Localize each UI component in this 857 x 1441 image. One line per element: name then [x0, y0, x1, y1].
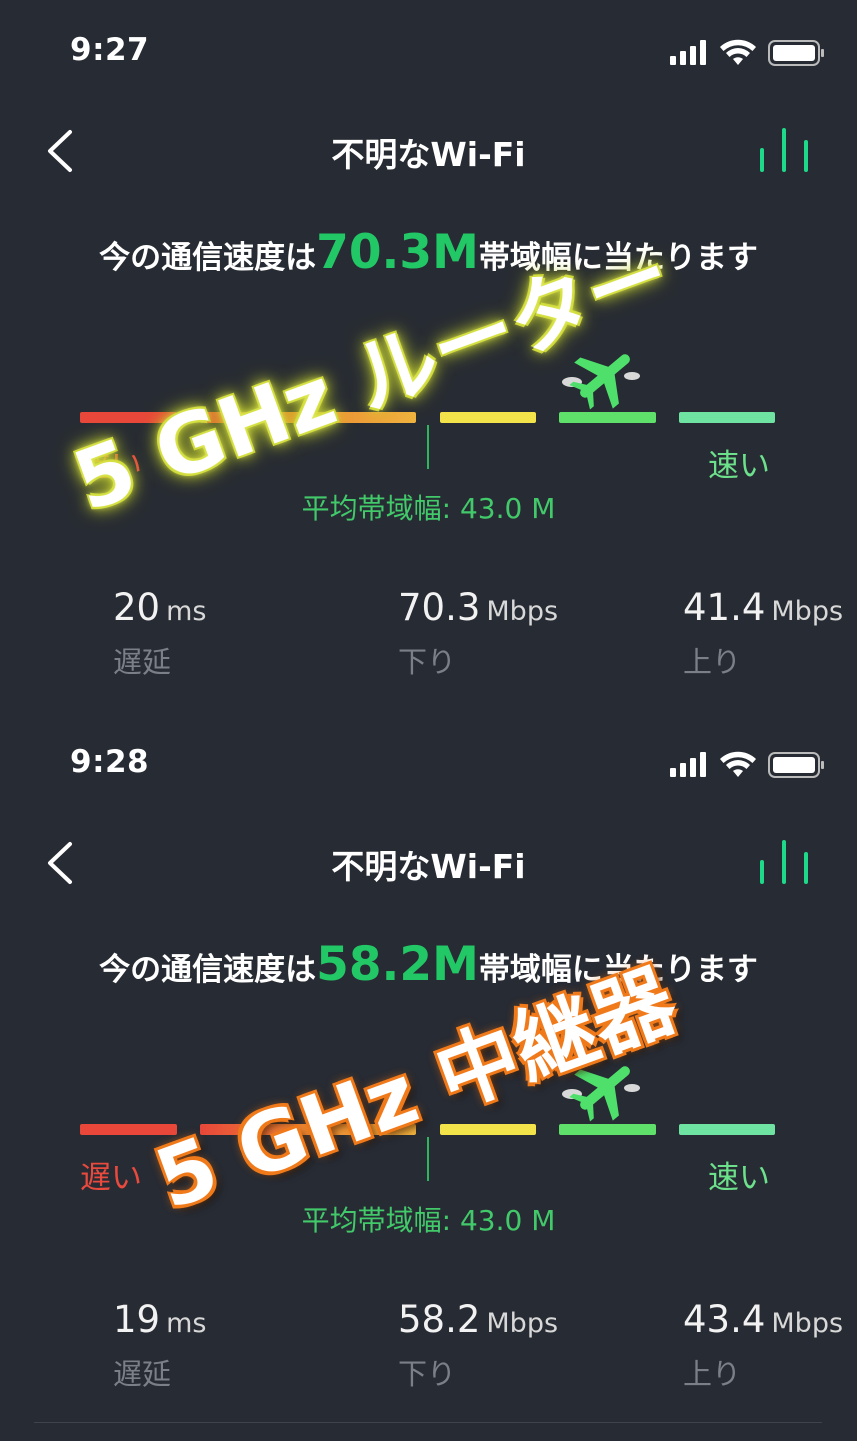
latency-unit: ms	[166, 1308, 207, 1339]
headline-prefix: 今の通信速度は	[99, 952, 317, 988]
headline-suffix: 帯域幅に当たります	[478, 952, 758, 988]
gauge-segment-3	[440, 412, 536, 423]
current-speed: 70.3M	[316, 225, 479, 280]
average-needle	[427, 1137, 429, 1181]
upload-label: 上り	[683, 1357, 742, 1391]
headline-suffix: 帯域幅に当たります	[478, 240, 758, 276]
speed-test-screen-2: 9:28 不明なWi-Fi 今の通信速度は58.2M帯域幅に当たります 遅い 速…	[0, 712, 857, 1432]
airplane-icon	[560, 340, 650, 412]
latency-unit: ms	[166, 596, 207, 627]
status-icons	[668, 750, 828, 780]
battery-icon	[768, 752, 824, 778]
current-speed: 58.2M	[316, 937, 479, 992]
latency-value: 20	[113, 586, 161, 629]
gauge-segment-3	[440, 1124, 536, 1135]
latency-metric: 19 ms 遅延	[113, 1298, 206, 1393]
signal-icon	[670, 752, 706, 777]
upload-unit: Mbps	[771, 596, 844, 627]
gauge-segment-4	[559, 412, 656, 423]
download-unit: Mbps	[486, 1308, 559, 1339]
gauge-segment-4	[559, 1124, 656, 1135]
gauge-segment-5	[679, 412, 775, 423]
page-title: 不明なWi-Fi	[331, 847, 526, 886]
gauge-segment-2	[200, 412, 416, 423]
status-time: 9:28	[70, 744, 150, 780]
latency-value: 19	[113, 1298, 161, 1341]
gauge-segment-2	[200, 1124, 416, 1135]
headline-prefix: 今の通信速度は	[99, 240, 317, 276]
latency-label: 遅延	[113, 645, 172, 679]
upload-metric: 43.4 Mbps 上り	[683, 1298, 843, 1393]
download-unit: Mbps	[486, 596, 559, 627]
airplane-icon	[560, 1052, 650, 1124]
average-bandwidth: 平均帯域幅: 43.0 M	[301, 492, 556, 525]
upload-value: 43.4	[683, 1298, 766, 1341]
gauge-segment-5	[679, 1124, 775, 1135]
status-icons	[668, 38, 828, 68]
divider	[34, 1422, 822, 1423]
upload-value: 41.4	[683, 586, 766, 629]
latency-metric: 20 ms 遅延	[113, 586, 206, 681]
wifi-icon	[720, 751, 756, 777]
download-label: 下り	[398, 645, 457, 679]
download-metric: 70.3 Mbps 下り	[398, 586, 558, 681]
status-time: 9:27	[70, 32, 150, 68]
fast-label: 速い	[708, 1160, 770, 1196]
upload-metric: 41.4 Mbps 上り	[683, 586, 843, 681]
speed-test-screen-1: 9:27 不明なWi-Fi 今の通信速度は70.3M帯域幅に当たります 遅い 速…	[0, 0, 857, 720]
average-bandwidth: 平均帯域幅: 43.0 M	[301, 1204, 556, 1237]
speed-headline: 今の通信速度は58.2M帯域幅に当たります	[0, 937, 857, 992]
download-metric: 58.2 Mbps 下り	[398, 1298, 558, 1393]
fast-label: 速い	[708, 448, 770, 484]
slow-label: 遅い	[80, 1160, 142, 1196]
slow-label: 遅い	[80, 448, 142, 484]
download-label: 下り	[398, 1357, 457, 1391]
download-value: 70.3	[398, 586, 481, 629]
download-value: 58.2	[398, 1298, 481, 1341]
signal-icon	[670, 40, 706, 65]
bar-chart-icon	[760, 840, 808, 884]
gauge-segment-1	[80, 1124, 177, 1135]
average-needle	[427, 425, 429, 469]
page-title: 不明なWi-Fi	[331, 135, 526, 174]
battery-icon	[768, 40, 824, 66]
upload-label: 上り	[683, 645, 742, 679]
speed-headline: 今の通信速度は70.3M帯域幅に当たります	[0, 225, 857, 280]
bar-chart-icon	[760, 128, 808, 172]
upload-unit: Mbps	[771, 1308, 844, 1339]
gauge-segment-1	[80, 412, 177, 423]
stats-button[interactable]	[756, 838, 816, 888]
stats-button[interactable]	[756, 126, 816, 176]
wifi-icon	[720, 39, 756, 65]
latency-label: 遅延	[113, 1357, 172, 1391]
